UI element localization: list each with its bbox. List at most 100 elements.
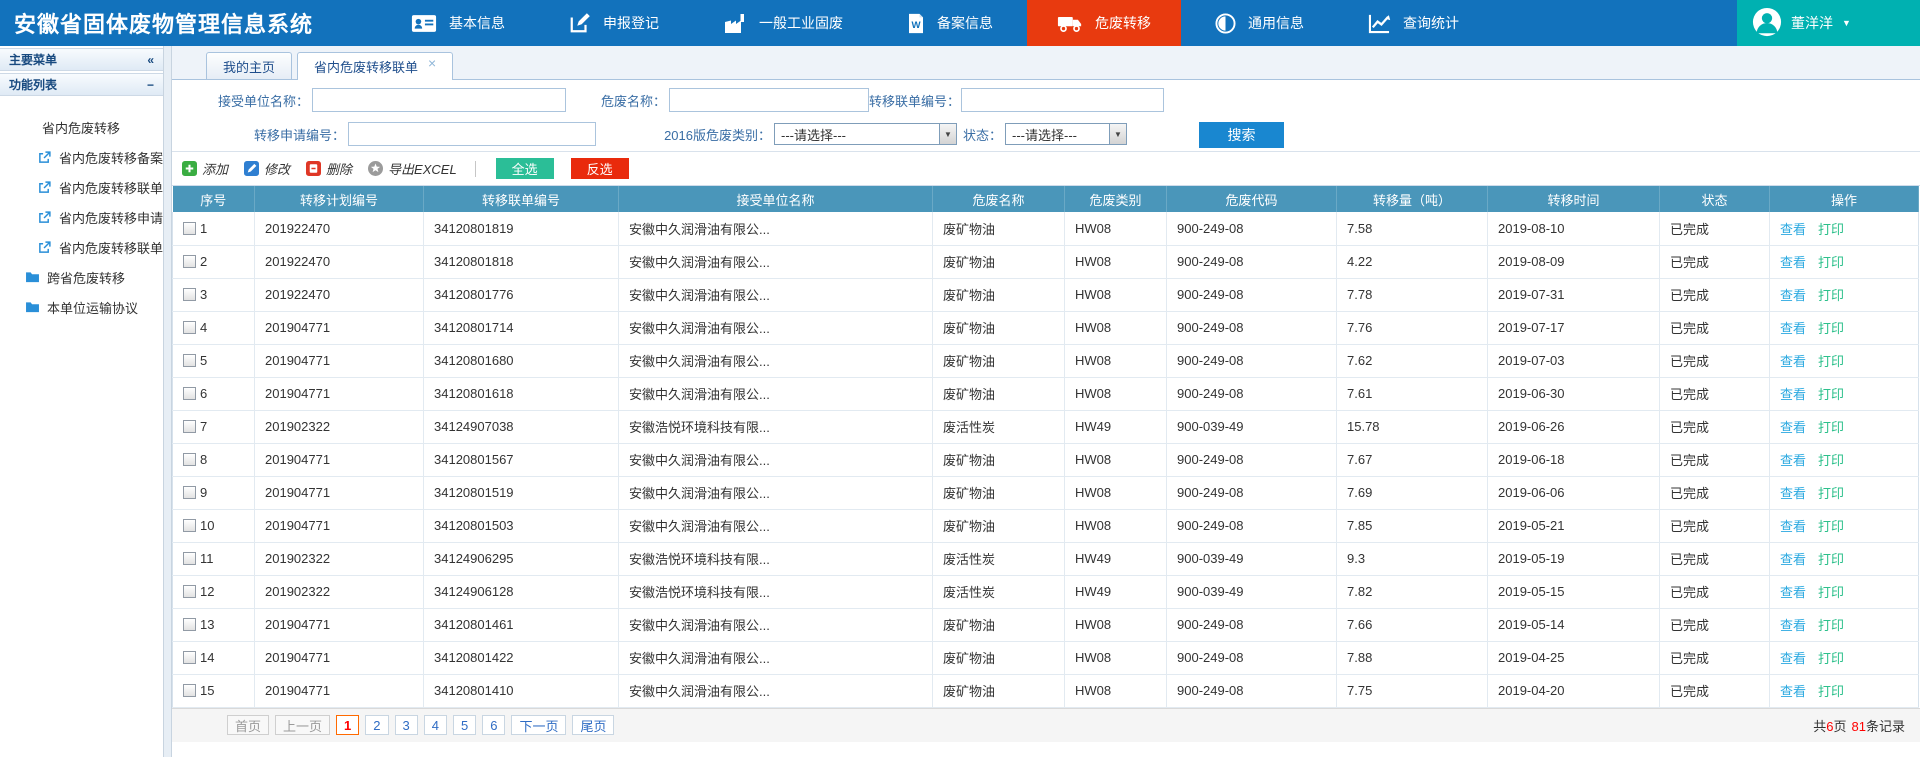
view-link[interactable]: 查看 [1780, 420, 1806, 435]
page-button-3[interactable]: 3 [395, 715, 418, 735]
sidebar-item-in-province-transfer-manifest[interactable]: 省内危废转移联单 [0, 172, 163, 202]
delete-button[interactable]: 删除 [306, 159, 352, 178]
row-checkbox[interactable] [183, 618, 196, 631]
row-checkbox[interactable] [183, 453, 196, 466]
manifest-no-input[interactable] [961, 88, 1164, 112]
print-link[interactable]: 打印 [1818, 420, 1844, 435]
waste-name-input[interactable] [669, 88, 869, 112]
nav-item-hazardous-waste-transfer[interactable]: 危废转移 [1027, 0, 1181, 46]
print-link[interactable]: 打印 [1818, 684, 1844, 699]
cell-plan-no: 201904771 [255, 344, 424, 377]
add-button[interactable]: 添加 [182, 159, 228, 178]
view-link[interactable]: 查看 [1780, 387, 1806, 402]
tab-in-province-transfer-manifest[interactable]: 省内危废转移联单 × [297, 52, 453, 80]
print-link[interactable]: 打印 [1818, 321, 1844, 336]
cell-date: 2019-04-25 [1488, 641, 1660, 674]
print-link[interactable]: 打印 [1818, 288, 1844, 303]
page-button-5[interactable]: 5 [453, 715, 476, 735]
view-link[interactable]: 查看 [1780, 519, 1806, 534]
row-checkbox[interactable] [183, 684, 196, 697]
print-link[interactable]: 打印 [1818, 453, 1844, 468]
modify-button[interactable]: 修改 [244, 159, 290, 178]
print-link[interactable]: 打印 [1818, 486, 1844, 501]
row-checkbox[interactable] [183, 420, 196, 433]
tab-my-home[interactable]: 我的主页 [206, 52, 292, 79]
collapse-left-icon[interactable]: « [147, 53, 154, 67]
table-row: 8 201904771 34120801567 安徽中久润滑油有限公... 废矿… [173, 443, 1919, 476]
page-button-1[interactable]: 1 [336, 715, 359, 735]
close-icon[interactable]: × [428, 56, 436, 70]
print-link[interactable]: 打印 [1818, 387, 1844, 402]
view-link[interactable]: 查看 [1780, 552, 1806, 567]
page-button-4[interactable]: 4 [424, 715, 447, 735]
view-link[interactable]: 查看 [1780, 222, 1806, 237]
nav-item-basic-info[interactable]: 基本信息 [381, 0, 535, 46]
row-checkbox[interactable] [183, 255, 196, 268]
row-checkbox[interactable] [183, 486, 196, 499]
sidebar-item-in-province-transfer-manifest-return[interactable]: 省内危废转移联单退 [0, 232, 163, 262]
print-link[interactable]: 打印 [1818, 354, 1844, 369]
menu-group-in-province-transfer[interactable]: 省内危废转移 [0, 112, 163, 142]
view-link[interactable]: 查看 [1780, 354, 1806, 369]
sidebar-item-in-province-transfer-apply[interactable]: 省内危废转移申请(已 [0, 202, 163, 232]
prev-page-button[interactable]: 上一页 [275, 715, 330, 735]
view-link[interactable]: 查看 [1780, 321, 1806, 336]
print-link[interactable]: 打印 [1818, 618, 1844, 633]
main-menu-header[interactable]: 主要菜单 « [0, 48, 163, 71]
cell-company: 安徽中久润滑油有限公... [619, 641, 933, 674]
row-number: 12 [200, 584, 214, 599]
view-link[interactable]: 查看 [1780, 585, 1806, 600]
view-link[interactable]: 查看 [1780, 255, 1806, 270]
first-page-button[interactable]: 首页 [227, 715, 269, 735]
print-link[interactable]: 打印 [1818, 222, 1844, 237]
sidebar-item-unit-transport-agreement[interactable]: 本单位运输协议 [0, 292, 163, 322]
search-button[interactable]: 搜索 [1199, 122, 1284, 148]
nav-item-general-info[interactable]: 通用信息 [1185, 0, 1334, 46]
status-select[interactable]: ---请选择---▼ [1005, 123, 1127, 145]
export-excel-button[interactable]: 导出EXCEL [368, 159, 457, 178]
page-button-2[interactable]: 2 [365, 715, 388, 735]
nav-item-record-info[interactable]: W 备案信息 [877, 0, 1023, 46]
view-link[interactable]: 查看 [1780, 618, 1806, 633]
nav-item-declare-register[interactable]: 申报登记 [539, 0, 689, 46]
print-link[interactable]: 打印 [1818, 519, 1844, 534]
view-link[interactable]: 查看 [1780, 651, 1806, 666]
column-header-1: 序号 [173, 186, 255, 212]
print-link[interactable]: 打印 [1818, 255, 1844, 270]
add-icon [182, 161, 197, 176]
last-page-button[interactable]: 尾页 [572, 715, 614, 735]
row-checkbox[interactable] [183, 288, 196, 301]
row-checkbox[interactable] [183, 387, 196, 400]
row-checkbox[interactable] [183, 651, 196, 664]
row-checkbox[interactable] [183, 519, 196, 532]
select-all-button[interactable]: 全选 [496, 158, 554, 179]
cell-amount: 15.78 [1337, 410, 1488, 443]
receiver-name-input[interactable] [312, 88, 566, 112]
column-header-6: 危废类别 [1065, 186, 1167, 212]
row-checkbox[interactable] [183, 222, 196, 235]
print-link[interactable]: 打印 [1818, 585, 1844, 600]
invert-select-button[interactable]: 反选 [571, 158, 629, 179]
sidebar-item-in-province-transfer-record[interactable]: 省内危废转移备案 [0, 142, 163, 172]
waste-category-select[interactable]: ---请选择---▼ [774, 123, 957, 145]
view-link[interactable]: 查看 [1780, 486, 1806, 501]
user-menu[interactable]: 董洋洋 ▼ [1737, 0, 1920, 46]
row-checkbox[interactable] [183, 552, 196, 565]
view-link[interactable]: 查看 [1780, 288, 1806, 303]
sidebar-item-cross-province-transfer[interactable]: 跨省危废转移 [0, 262, 163, 292]
function-list-header[interactable]: 功能列表 − [0, 73, 163, 96]
view-link[interactable]: 查看 [1780, 684, 1806, 699]
cell-waste-name: 废矿物油 [933, 509, 1065, 542]
print-link[interactable]: 打印 [1818, 651, 1844, 666]
nav-item-query-statistics[interactable]: 查询统计 [1338, 0, 1489, 46]
row-checkbox[interactable] [183, 585, 196, 598]
print-link[interactable]: 打印 [1818, 552, 1844, 567]
row-checkbox[interactable] [183, 354, 196, 367]
nav-item-general-industrial-waste[interactable]: 一般工业固废 [693, 0, 873, 46]
view-link[interactable]: 查看 [1780, 453, 1806, 468]
page-button-6[interactable]: 6 [482, 715, 505, 735]
row-checkbox[interactable] [183, 321, 196, 334]
apply-no-input[interactable] [348, 122, 596, 146]
collapse-minus-icon[interactable]: − [147, 78, 154, 92]
next-page-button[interactable]: 下一页 [511, 715, 566, 735]
